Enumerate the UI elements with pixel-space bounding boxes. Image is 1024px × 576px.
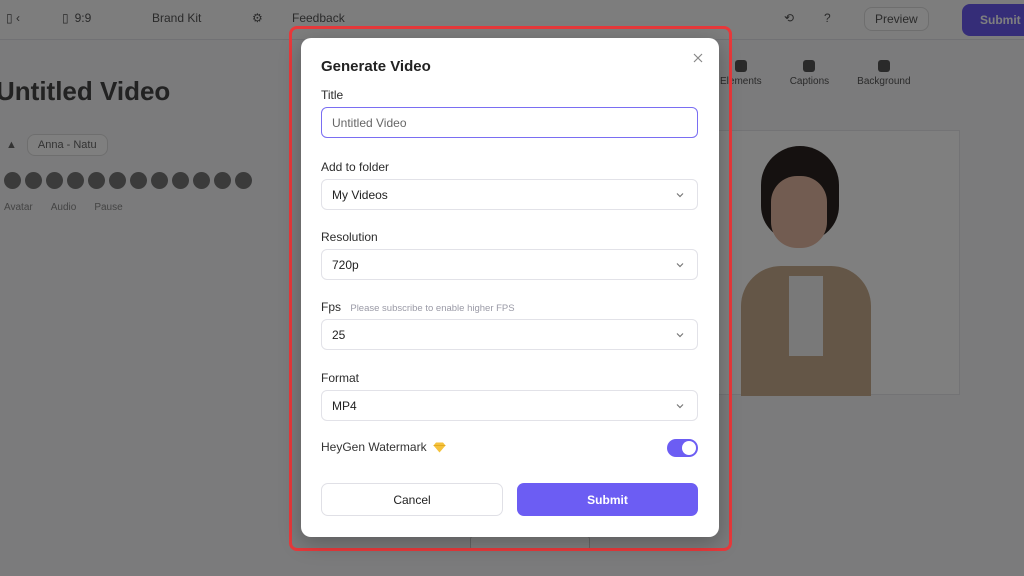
generate-video-dialog: Generate Video Title Untitled Video Add …: [301, 38, 719, 537]
title-input[interactable]: Untitled Video: [321, 107, 698, 138]
chevron-down-icon: [676, 263, 684, 268]
fps-label-row: Fps Please subscribe to enable higher FP…: [321, 300, 515, 314]
dialog-title: Generate Video: [321, 58, 431, 75]
chevron-down-icon: [676, 193, 684, 198]
resolution-select[interactable]: 720p: [321, 249, 698, 280]
fps-hint: Please subscribe to enable higher FPS: [350, 303, 515, 314]
chevron-down-icon: [676, 333, 684, 338]
submit-button[interactable]: Submit: [517, 483, 698, 516]
watermark-row: HeyGen Watermark: [321, 440, 446, 454]
diamond-icon: [433, 442, 446, 452]
title-label: Title: [321, 88, 344, 102]
fps-label: Fps: [321, 300, 342, 314]
format-label: Format: [321, 371, 360, 385]
folder-select[interactable]: My Videos: [321, 179, 698, 210]
watermark-label: HeyGen Watermark: [321, 440, 427, 454]
close-icon[interactable]: [691, 51, 705, 65]
cancel-button[interactable]: Cancel: [321, 483, 503, 516]
fps-select[interactable]: 25: [321, 319, 698, 350]
watermark-toggle[interactable]: [667, 439, 698, 457]
resolution-label: Resolution: [321, 230, 378, 244]
format-select[interactable]: MP4: [321, 390, 698, 421]
folder-label: Add to folder: [321, 160, 390, 174]
chevron-down-icon: [676, 404, 684, 409]
